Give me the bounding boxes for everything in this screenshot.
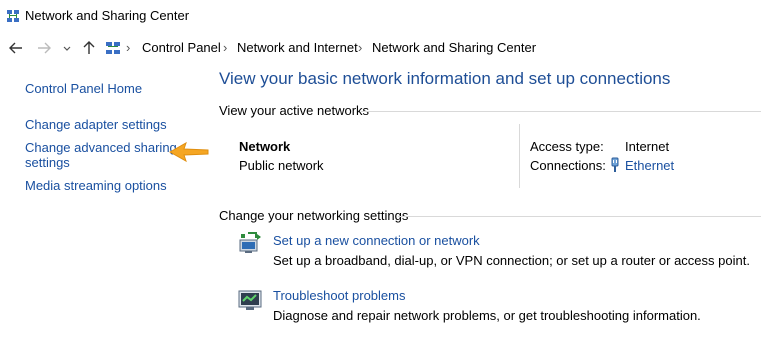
up-button[interactable]: [81, 40, 97, 56]
control-panel-icon: [105, 40, 121, 56]
page-title: View your basic network information and …: [219, 69, 671, 88]
sidebar-item-media-streaming[interactable]: Media streaming options: [25, 178, 167, 193]
sidebar-item-control-panel-home[interactable]: Control Panel Home: [25, 81, 142, 96]
breadcrumb-separator-icon: ›: [358, 40, 363, 55]
sidebar-item-change-advanced-sharing-line2[interactable]: settings: [25, 155, 70, 170]
vertical-divider: [519, 124, 520, 188]
network-type[interactable]: Public network: [239, 158, 324, 173]
ethernet-icon: [609, 157, 621, 173]
sidebar-item-change-adapter-settings[interactable]: Change adapter settings: [25, 117, 167, 132]
troubleshoot-link[interactable]: Troubleshoot problems: [273, 288, 405, 303]
breadcrumb-separator-icon: ›: [126, 40, 131, 55]
up-arrow-icon: [83, 41, 95, 54]
section-divider: [361, 111, 761, 112]
back-arrow-icon: [9, 42, 22, 54]
sidebar-item-change-advanced-sharing[interactable]: Change advanced sharing: [25, 140, 177, 155]
forward-arrow-icon: [38, 42, 51, 54]
network-name: Network: [239, 139, 291, 154]
chevron-down-icon: [63, 46, 71, 51]
troubleshoot-description: Diagnose and repair network problems, or…: [273, 308, 701, 323]
back-button[interactable]: [8, 40, 24, 56]
forward-button[interactable]: [36, 40, 52, 56]
access-type-value: Internet: [625, 139, 670, 154]
window-title: Network and Sharing Center: [25, 8, 190, 23]
network-center-icon: [6, 9, 20, 23]
setup-connection-link[interactable]: Set up a new connection or network: [273, 233, 480, 248]
access-type-label: Access type:: [530, 139, 604, 154]
recent-locations-button[interactable]: [61, 40, 73, 56]
pointer-arrow-icon: [166, 140, 212, 164]
breadcrumb-separator-icon: ›: [223, 40, 228, 55]
change-settings-label: Change your networking settings: [219, 208, 409, 223]
setup-connection-description: Set up a broadband, dial-up, or VPN conn…: [273, 253, 750, 268]
ethernet-link[interactable]: Ethernet: [625, 158, 674, 173]
troubleshoot-icon: [237, 287, 263, 313]
connections-label: Connections:: [530, 158, 606, 173]
breadcrumb-control-panel[interactable]: Control Panel: [142, 40, 221, 55]
breadcrumb-network-internet[interactable]: Network and Internet: [237, 40, 358, 55]
section-divider: [398, 216, 761, 217]
new-connection-icon: [237, 231, 263, 257]
active-networks-label: View your active networks: [219, 103, 370, 118]
breadcrumb-network-sharing-center[interactable]: Network and Sharing Center: [372, 40, 536, 55]
